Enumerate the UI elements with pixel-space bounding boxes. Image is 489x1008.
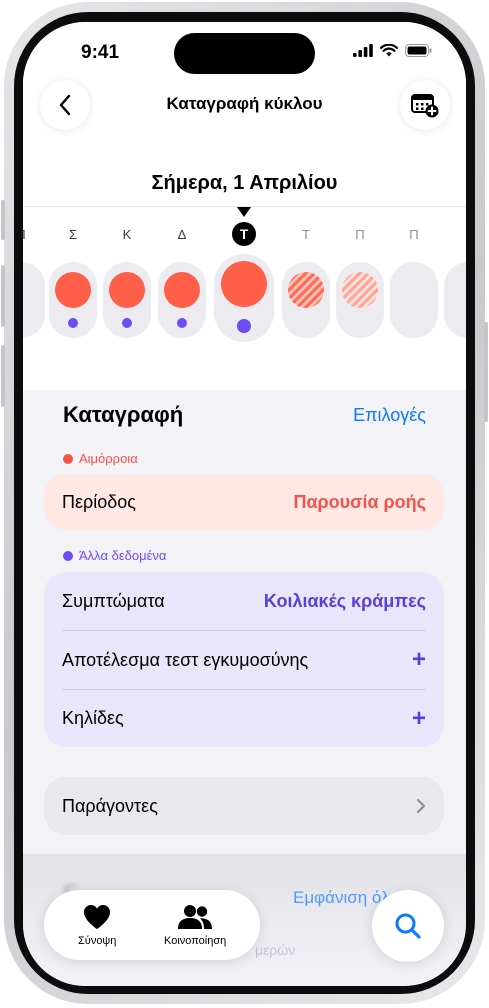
day-cell[interactable] [444,262,466,338]
period-label: Περίοδος [62,491,136,512]
period-value: Παρουσία ροής [293,491,426,512]
symptoms-value: Κοιλιακές κράμπες [263,590,426,611]
symptom-dot [68,318,78,328]
factors-row: Παράγοντες [62,777,426,835]
side-button-left-1 [1,200,5,240]
side-button-left-3 [1,345,5,407]
day-cell[interactable] [49,262,97,338]
calendar-add-icon [411,94,439,118]
symptom-dot [237,319,251,333]
day-cell[interactable] [282,262,330,338]
spotting-row[interactable]: Κηλίδες + [62,690,426,747]
side-button-right [484,322,488,422]
tab-summary-label: Σύνοψη [78,935,117,947]
add-icon[interactable]: + [412,648,426,672]
pregnancy-test-label: Αποτέλεσμα τεστ εγκυμοσύνης [62,649,309,670]
wifi-icon [380,44,398,57]
flow-indicator [55,272,91,308]
spotting-label: Κηλίδες [62,708,124,728]
day-letter: Τ [302,227,310,242]
day-letter: Π [23,227,36,242]
symptoms-row[interactable]: Συμπτώματα Κοιλιακές κράμπες [62,572,426,630]
day-letter-today: Τ [232,222,256,246]
battery-icon [405,44,432,57]
tab-sharing-label: Κοινοποίηση [164,935,227,947]
predicted-flow-indicator [342,272,378,308]
period-card[interactable]: Περίοδος Παρουσία ροής [44,474,444,530]
day-cell[interactable] [336,262,384,338]
status-time: 9:41 [81,42,120,63]
day-letter: Κ [122,227,132,242]
day-letter: Π [355,227,365,242]
factors-label: Παράγοντες [62,795,158,816]
symptoms-label: Συμπτώματα [62,590,165,611]
day-letter: Σ [68,227,78,242]
add-icon[interactable]: + [412,706,426,731]
day-letter: Σ [455,227,467,242]
tab-summary[interactable]: Σύνοψη [78,904,116,947]
day-letter: Δ [177,227,187,242]
day-cell-today[interactable] [214,254,274,342]
flow-indicator [221,261,267,307]
cellular-signal-icon [353,44,373,57]
day-cell[interactable] [390,262,438,338]
bleeding-label: Αιμόρροια [79,451,138,466]
people-icon [178,905,213,929]
flow-indicator [109,272,145,308]
period-row: Περίοδος Παρουσία ροής [62,474,426,530]
other-data-dot-icon [63,550,73,561]
screen: 9:41 Καταγραφή κύκλου Σήμερα, 1 Απριλίου… [23,22,466,986]
pregnancy-test-row[interactable]: Αποτέλεσμα τεστ εγκυμοσύνης + [62,631,426,689]
options-link[interactable]: Επιλογές [353,405,426,426]
symptom-dot [177,318,187,328]
day-cell[interactable] [103,262,151,338]
logging-title: Καταγραφή [63,402,184,427]
chevron-right-icon [416,798,426,814]
search-icon [395,913,421,939]
status-icons [353,44,432,57]
dynamic-island [174,33,315,74]
day-cell[interactable] [158,262,206,338]
calendar-add-button[interactable] [400,80,450,130]
search-button[interactable] [372,890,444,962]
flow-indicator [164,272,200,308]
other-data-card: Συμπτώματα Κοιλιακές κράμπες Αποτέλεσμα … [44,572,444,747]
predicted-flow-indicator [288,272,324,308]
symptom-dot [122,318,132,328]
date-title: Σήμερα, 1 Απριλίου [151,172,338,194]
other-data-label: Άλλα δεδομένα [79,548,167,563]
heart-icon [84,905,111,929]
factors-card[interactable]: Παράγοντες [44,777,444,835]
ghost-subtitle: μερών [255,942,296,958]
today-marker-icon [237,207,251,217]
tab-sharing[interactable]: Κοινοποίηση [164,904,226,947]
tab-bar: Σύνοψη Κοινοποίηση [44,890,260,960]
bleeding-group-label: Αιμόρροια [63,451,138,466]
other-data-group-label: Άλλα δεδομένα [63,548,166,563]
side-button-left-2 [1,265,5,327]
day-letter: Π [409,227,419,242]
bleeding-dot-icon [63,453,73,464]
